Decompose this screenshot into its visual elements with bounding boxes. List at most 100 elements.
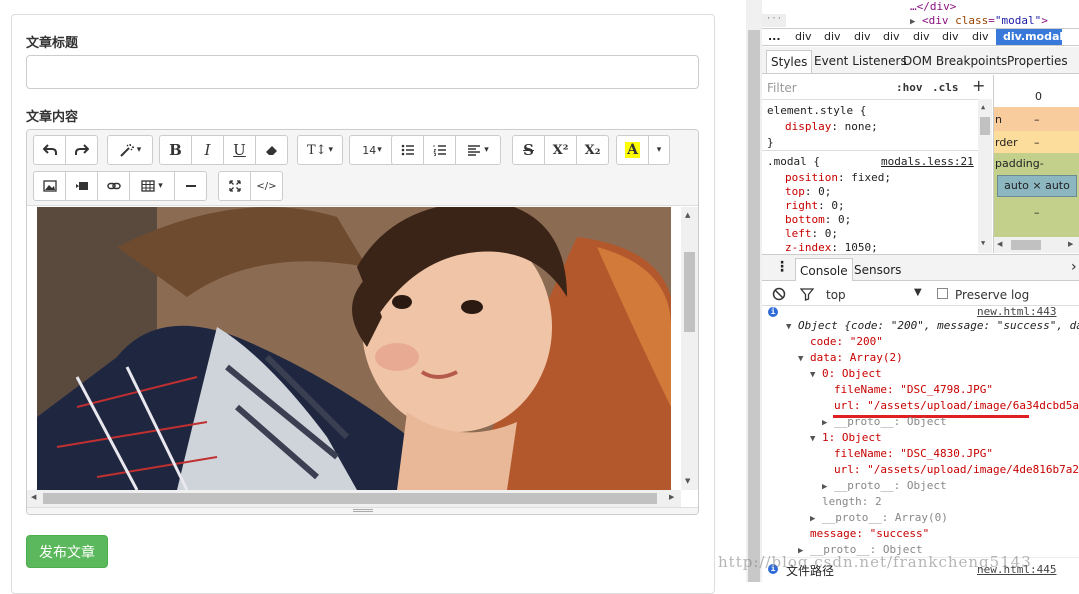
display-rule[interactable]: display: none; bbox=[785, 120, 878, 133]
modal-rule[interactable]: left: 0; bbox=[785, 227, 838, 240]
scroll-left-arrow-icon[interactable]: ◀ bbox=[31, 493, 36, 501]
close-drawer-icon[interactable]: › bbox=[1071, 259, 1077, 275]
uploaded-photo[interactable] bbox=[37, 207, 671, 490]
editor-vertical-scrollbar[interactable]: ▲ ▼ bbox=[681, 207, 698, 490]
child-photo-image bbox=[37, 207, 671, 490]
breadcrumb-selected[interactable]: div.modal bbox=[996, 29, 1063, 45]
text-color-button[interactable]: A bbox=[616, 135, 649, 165]
proto-0[interactable]: ▶ __proto__: Object bbox=[822, 415, 947, 428]
elements-line-modal[interactable]: ▶ <div class="modal"> bbox=[910, 14, 1048, 27]
breadcrumb-div[interactable]: div bbox=[913, 30, 930, 43]
eraser-button[interactable] bbox=[255, 135, 288, 165]
scroll-down-arrow-icon[interactable]: ▼ bbox=[981, 239, 985, 247]
hov-toggle[interactable]: :hov bbox=[896, 81, 923, 94]
tab-styles[interactable]: Styles bbox=[766, 50, 813, 73]
cls-toggle[interactable]: .cls bbox=[932, 81, 959, 94]
context-dropdown-icon[interactable]: ▼ bbox=[914, 287, 922, 298]
breadcrumb-div[interactable]: div bbox=[854, 30, 871, 43]
horizontal-rule-button[interactable] bbox=[174, 171, 207, 201]
devtools-splitter[interactable] bbox=[746, 0, 762, 582]
insert-table-button[interactable]: ▾ bbox=[129, 171, 175, 201]
box-margin[interactable]: n – rder – padding- auto × auto – bbox=[994, 107, 1079, 253]
add-rule-icon[interactable]: + bbox=[972, 76, 985, 95]
ordered-list-button[interactable] bbox=[423, 135, 456, 165]
italic-button[interactable]: I bbox=[191, 135, 224, 165]
superscript-button[interactable]: X² bbox=[544, 135, 577, 165]
array-item-0[interactable]: ▼ 0: Object bbox=[810, 367, 882, 380]
breadcrumb-div[interactable]: div bbox=[795, 30, 812, 43]
modal-rule[interactable]: top: 0; bbox=[785, 185, 831, 198]
undo-button[interactable] bbox=[33, 135, 66, 165]
bold-button[interactable]: B bbox=[159, 135, 192, 165]
scroll-left-arrow-icon[interactable]: ◀ bbox=[997, 240, 1002, 248]
data-property[interactable]: ▼ data: Array(2) bbox=[798, 351, 903, 364]
scroll-up-arrow-icon[interactable]: ▲ bbox=[981, 103, 985, 111]
tab-dom-breakpoints[interactable]: DOM Breakpoints bbox=[903, 54, 1007, 68]
scroll-down-arrow-icon[interactable]: ▼ bbox=[685, 477, 690, 485]
context-selector[interactable]: top bbox=[826, 288, 846, 302]
subscript-button[interactable]: X₂ bbox=[576, 135, 609, 165]
scroll-right-arrow-icon[interactable]: ▶ bbox=[1068, 240, 1073, 248]
underline-button[interactable]: U bbox=[223, 135, 256, 165]
page-content: 文章标题 文章内容 ▾ B I U T↕ ▾ 14 ▾ ▾ S X² X₂ A … bbox=[0, 0, 746, 594]
font-size-select[interactable]: 14 ▾ bbox=[349, 135, 395, 165]
modal-rule[interactable]: right: 0; bbox=[785, 199, 845, 212]
title-input[interactable] bbox=[26, 55, 699, 89]
fullscreen-button[interactable] bbox=[218, 171, 251, 201]
scroll-up-arrow-icon[interactable]: ▲ bbox=[685, 211, 690, 219]
color-dropdown-button[interactable]: ▾ bbox=[648, 135, 670, 165]
filter-input[interactable]: Filter bbox=[767, 81, 797, 95]
preserve-log-checkbox[interactable] bbox=[937, 288, 948, 299]
filter-icon[interactable] bbox=[800, 287, 814, 301]
box-scroll-thumb[interactable] bbox=[1011, 240, 1041, 250]
modal-selector[interactable]: .modal { bbox=[767, 155, 820, 168]
text-style-button[interactable]: T↕ ▾ bbox=[297, 135, 343, 165]
editor-toolbar: ▾ B I U T↕ ▾ 14 ▾ ▾ S X² X₂ A ▾ ▾ </> bbox=[27, 130, 698, 206]
insert-link-button[interactable] bbox=[97, 171, 130, 201]
modal-rule[interactable]: bottom: 0; bbox=[785, 213, 851, 226]
margin-value: – bbox=[1034, 113, 1040, 126]
filename-0: fileName: "DSC_4798.JPG" bbox=[834, 383, 993, 396]
scroll-right-arrow-icon[interactable]: ▶ bbox=[669, 493, 674, 501]
tab-sensors[interactable]: Sensors bbox=[854, 263, 901, 277]
tab-console[interactable]: Console bbox=[795, 258, 853, 281]
editor-horizontal-scrollbar[interactable]: ◀ ▶ bbox=[27, 490, 681, 507]
element-style-selector[interactable]: element.style { bbox=[767, 104, 866, 117]
filename-1: fileName: "DSC_4830.JPG" bbox=[834, 447, 993, 460]
bullet-list-button[interactable] bbox=[391, 135, 424, 165]
insert-image-button[interactable] bbox=[33, 171, 66, 201]
breadcrumb-div[interactable]: div bbox=[942, 30, 959, 43]
tab-event-listeners[interactable]: Event Listeners bbox=[814, 54, 907, 68]
styles-scroll-thumb[interactable] bbox=[980, 117, 990, 135]
drawer-menu-icon[interactable]: ⋮ bbox=[775, 259, 789, 275]
publish-button[interactable]: 发布文章 bbox=[26, 535, 108, 568]
box-content[interactable]: auto × auto bbox=[997, 175, 1077, 197]
proto-1[interactable]: ▶ __proto__: Object bbox=[822, 479, 947, 492]
breadcrumb-ellipsis[interactable]: ... bbox=[768, 30, 781, 43]
clear-console-icon[interactable] bbox=[772, 287, 786, 301]
redo-button[interactable] bbox=[65, 135, 98, 165]
modal-source-link[interactable]: modals.less:21 bbox=[881, 155, 974, 168]
horizontal-scroll-thumb[interactable] bbox=[43, 493, 657, 504]
log-source-link[interactable]: new.html:443 bbox=[977, 307, 1056, 318]
tab-properties[interactable]: Properties bbox=[1007, 54, 1068, 68]
box-hscrollbar[interactable]: ◀ ▶ bbox=[994, 237, 1079, 253]
editor-resize-handle[interactable] bbox=[27, 507, 698, 514]
modal-rule[interactable]: z-index: 1050; bbox=[785, 241, 878, 253]
breadcrumb-div[interactable]: div bbox=[883, 30, 900, 43]
array-item-1[interactable]: ▼ 1: Object bbox=[810, 431, 882, 444]
object-summary[interactable]: ▼ Object {code: "200", message: "success… bbox=[786, 319, 1079, 332]
code-view-button[interactable]: </> bbox=[250, 171, 283, 201]
breadcrumb-div[interactable]: div bbox=[972, 30, 989, 43]
box-border[interactable]: rder – padding- auto × auto – bbox=[994, 131, 1079, 253]
url-0: url: "/assets/upload/image/6a34dcbd5a bbox=[834, 399, 1079, 412]
modal-rule[interactable]: position: fixed; bbox=[785, 171, 891, 184]
magic-button[interactable]: ▾ bbox=[107, 135, 153, 165]
insert-video-button[interactable] bbox=[65, 171, 98, 201]
strikethrough-button[interactable]: S bbox=[512, 135, 545, 165]
proto-array[interactable]: ▶ __proto__: Array(0) bbox=[810, 511, 948, 524]
vertical-scroll-thumb[interactable] bbox=[684, 252, 695, 332]
styles-scrollbar[interactable]: ▲ ▼ bbox=[978, 99, 992, 253]
breadcrumb-div[interactable]: div bbox=[824, 30, 841, 43]
align-button[interactable]: ▾ bbox=[455, 135, 501, 165]
